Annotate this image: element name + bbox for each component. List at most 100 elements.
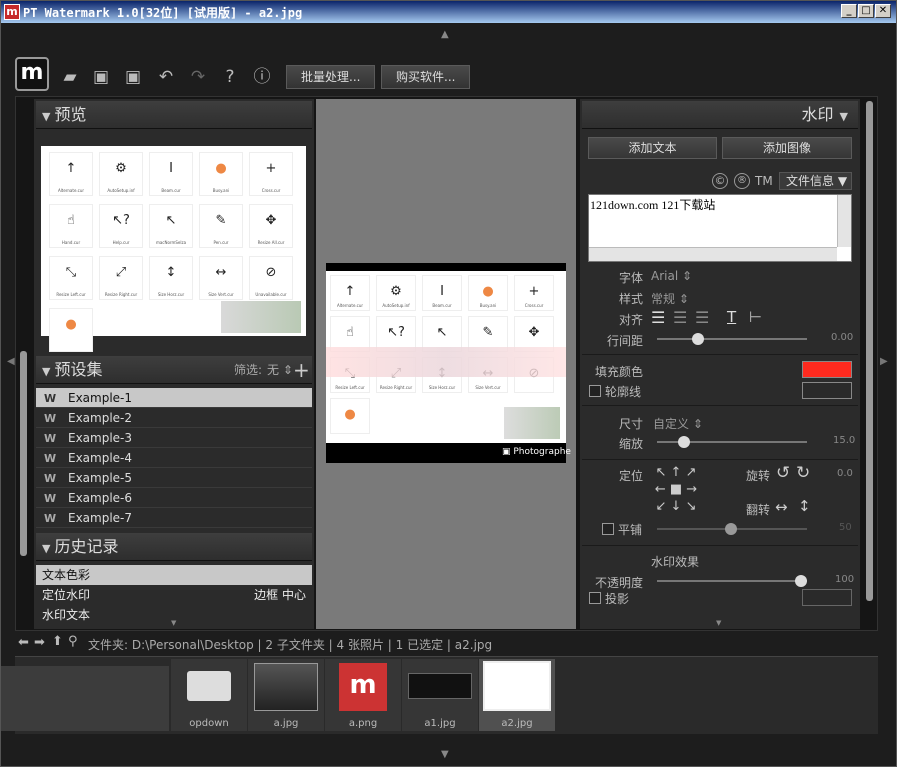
position-label: 定位 <box>619 469 644 483</box>
shadow-checkbox[interactable] <box>589 592 601 604</box>
minimize-button[interactable]: _ <box>841 4 857 18</box>
presets-panel-title: 预设集 <box>54 360 103 379</box>
watermark-text-overlay[interactable] <box>326 347 566 377</box>
add-preset-button[interactable]: + <box>293 356 310 384</box>
opacity-slider[interactable] <box>657 575 807 587</box>
align-center-icon[interactable]: ☰ <box>673 308 687 327</box>
copyright-button[interactable]: © <box>712 173 728 189</box>
flip-vertical-icon[interactable]: ↕ <box>798 497 811 515</box>
canvas-cell: ↑ Alternate.cur <box>330 275 370 311</box>
preset-item[interactable]: W Example-2 <box>36 408 312 428</box>
filmstrip-item[interactable]: opdown <box>171 659 247 731</box>
opacity-knob[interactable] <box>795 575 807 587</box>
preset-item[interactable]: W Example-7 <box>36 508 312 528</box>
redo-icon[interactable]: ↷ <box>187 66 209 88</box>
add-text-button[interactable]: 添加文本 <box>588 137 717 159</box>
shadow-color-swatch[interactable] <box>802 589 852 606</box>
watermark-preset-icon: W <box>44 392 57 405</box>
watermark-preset-icon: W <box>44 432 57 445</box>
canvas-cell-label: Alternate.cur <box>336 303 364 308</box>
trademark-button[interactable]: TM <box>755 174 773 188</box>
buy-software-button[interactable]: 购买软件... <box>381 65 471 89</box>
canvas-cell: ● <box>330 398 370 434</box>
line-spacing-knob[interactable] <box>692 333 704 345</box>
open-folder-icon[interactable]: ▰ <box>59 66 81 88</box>
size-select[interactable]: 自定义 ⇕ <box>653 415 703 432</box>
filmstrip-item[interactable]: m a.png <box>325 659 401 731</box>
preset-item[interactable]: W Example-1 <box>36 388 312 408</box>
history-item[interactable]: 文本色彩 <box>36 565 312 585</box>
filmstrip-item[interactable]: a1.jpg <box>402 659 478 731</box>
title-bar: m PT Watermark 1.0[32位] [试用版] - a2.jpg _… <box>1 1 896 23</box>
line-spacing-slider[interactable] <box>657 333 807 345</box>
close-button[interactable]: ✕ <box>875 4 891 18</box>
back-icon[interactable]: ⬅ <box>18 635 29 650</box>
outline-checkbox[interactable] <box>589 385 601 397</box>
right-scrollbar[interactable] <box>866 101 873 601</box>
watermark-text-input[interactable]: 121down.com 121下载站 <box>590 196 715 213</box>
scale-slider[interactable] <box>657 436 807 448</box>
text-vertical-scrollbar[interactable] <box>837 195 851 247</box>
canvas-area[interactable]: ↑ Alternate.cur ⚙ AutoSetup.inf I Beam.cur ● Bu… <box>316 99 576 629</box>
collapse-right-icon[interactable]: ▶ <box>880 356 888 367</box>
divider <box>582 405 858 406</box>
rotate-label: 旋转 <box>746 469 771 483</box>
help-icon[interactable]: ? <box>219 66 241 88</box>
tile-knob[interactable] <box>725 523 737 535</box>
add-image-button[interactable]: 添加图像 <box>722 137 852 159</box>
history-panel-header[interactable]: ▼ 历史记录 <box>36 533 312 561</box>
history-scroll-down-icon[interactable]: ▼ <box>171 619 176 627</box>
fill-color-swatch[interactable] <box>802 361 852 378</box>
text-horizontal-scrollbar[interactable] <box>589 247 837 261</box>
preview-panel-header[interactable]: ▼ 预览 <box>36 101 312 129</box>
preview-cell: ↕ Size Horz.cur <box>149 256 193 300</box>
filmstrip-item[interactable]: a.jpg <box>248 659 324 731</box>
history-item[interactable]: 定位水印 边框 中心 <box>36 585 312 605</box>
tile-checkbox[interactable] <box>602 523 614 535</box>
app-logo: m <box>15 57 49 91</box>
undo-icon[interactable]: ↶ <box>155 66 177 88</box>
preset-item[interactable]: W Example-6 <box>36 488 312 508</box>
flip-horizontal-icon[interactable]: ↔ <box>775 498 788 516</box>
align-left-icon[interactable]: ☰ <box>651 308 665 327</box>
style-select[interactable]: 常规 ⇕ <box>651 290 689 307</box>
info-icon[interactable]: ⓘ <box>251 66 273 88</box>
preset-item[interactable]: W Example-3 <box>36 428 312 448</box>
collapse-bottom-icon[interactable]: ▼ <box>441 749 449 760</box>
font-select[interactable]: Arial ⇕ <box>651 269 692 283</box>
filmstrip-item[interactable]: a2.jpg <box>479 659 555 731</box>
preview-cell: ↔ Size Vert.cur <box>199 256 243 300</box>
forward-icon[interactable]: ➡ <box>34 635 45 650</box>
file-info-dropdown[interactable]: 文件信息 ▼ <box>779 172 852 190</box>
scale-knob[interactable] <box>678 436 690 448</box>
registered-button[interactable]: ® <box>734 173 750 189</box>
panel-scroll-down-icon[interactable]: ▼ <box>716 619 721 627</box>
rotate-right-icon[interactable]: ↻ <box>796 463 810 483</box>
search-icon[interactable]: ⚲ <box>68 634 78 649</box>
filter-select[interactable]: 无 ⇕ <box>267 356 293 384</box>
preview-thumbnail: ↑ Alternate.cur ⚙ AutoSetup.inf I Beam.cur ● Bu… <box>41 146 306 352</box>
presets-panel-header[interactable]: ▼ 预设集 筛选: 无 ⇕ + <box>36 356 312 384</box>
outline-color-swatch[interactable] <box>802 382 852 399</box>
save-as-icon[interactable]: ▣ <box>122 66 144 88</box>
preset-item[interactable]: W Example-4 <box>36 448 312 468</box>
preview-cell: ⤡ Resize Left.cur <box>49 256 93 300</box>
left-scrollbar[interactable] <box>20 351 27 556</box>
up-folder-icon[interactable]: ⬆ <box>52 634 63 649</box>
batch-process-button[interactable]: 批量处理... <box>286 65 376 89</box>
align-right-icon[interactable]: ☰ <box>695 308 709 327</box>
maximize-button[interactable]: □ <box>858 4 874 18</box>
tile-slider[interactable] <box>657 523 807 535</box>
preset-item[interactable]: W Example-5 <box>36 468 312 488</box>
collapse-top-icon[interactable]: ▲ <box>441 29 449 40</box>
save-icon[interactable]: ▣ <box>90 66 112 88</box>
collapse-left-icon[interactable]: ◀ <box>7 356 15 367</box>
text-spacing-icon[interactable]: ⊢ <box>749 308 762 326</box>
text-options-icon[interactable]: T <box>727 308 736 326</box>
position-grid[interactable]: ↖ ↑ ↗ ← ■ → ↙ ↓ ↘ <box>651 464 701 516</box>
watermark-text-box[interactable]: 121down.com 121下载站 <box>588 194 852 262</box>
rotate-left-icon[interactable]: ↺ <box>776 463 790 483</box>
preview-cell-label: Size Vert.cur <box>208 292 234 297</box>
preview-cell: ✎ Pen.cur <box>199 204 243 248</box>
watermark-panel-header[interactable]: 水印 ▼ <box>582 101 858 129</box>
